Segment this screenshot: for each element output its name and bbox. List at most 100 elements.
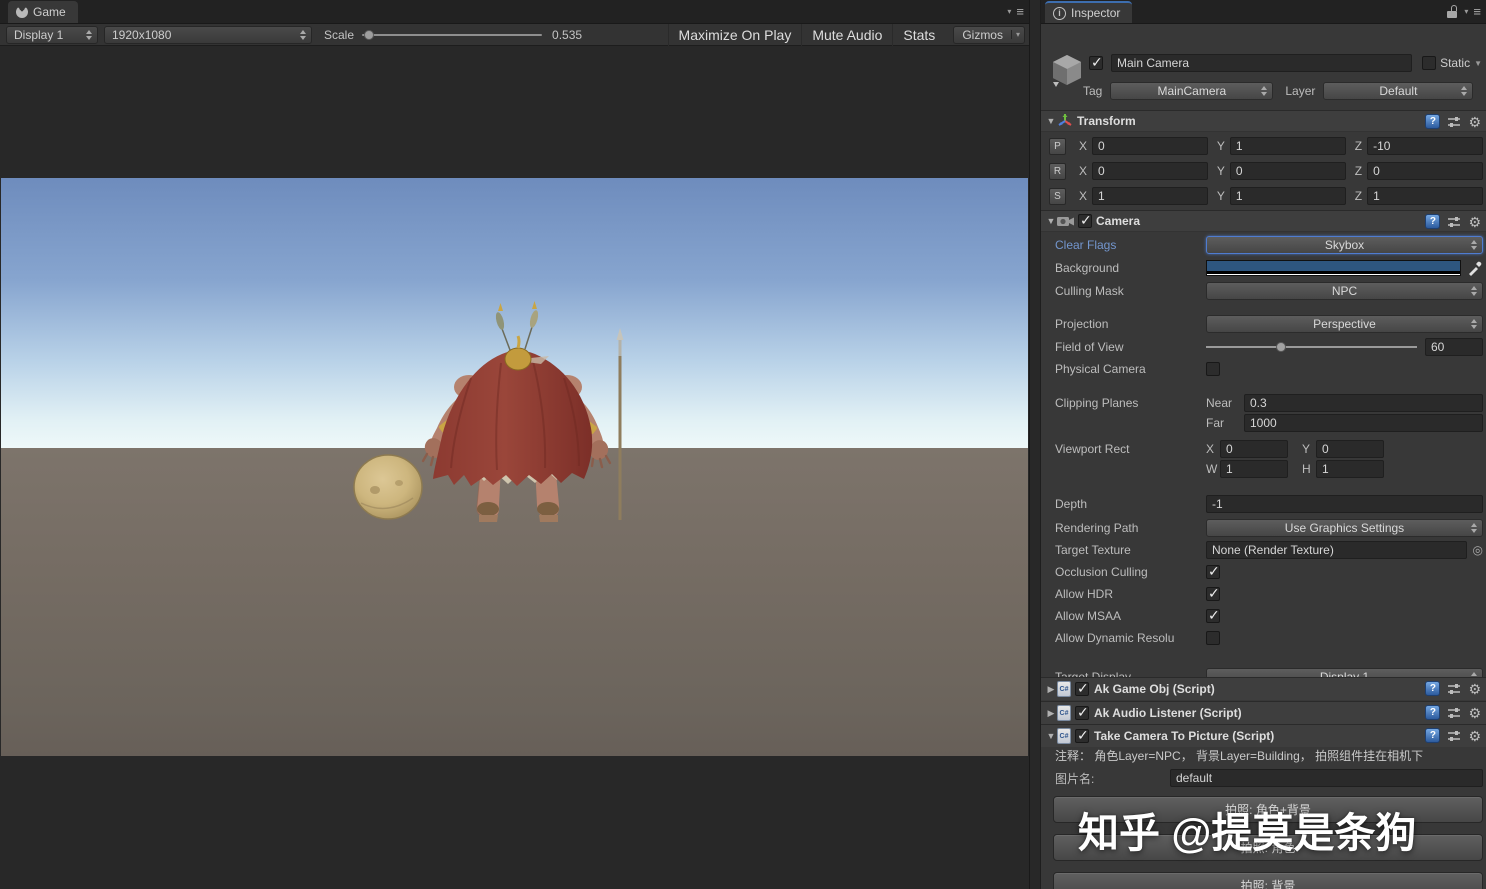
help-icon[interactable]: ? [1425, 114, 1440, 129]
depth-field[interactable]: -1 [1206, 495, 1483, 513]
spear [617, 328, 624, 520]
gear-icon[interactable]: ⚙ [1468, 706, 1481, 720]
vp-w-field[interactable]: 1 [1220, 460, 1288, 478]
gameobject-cube-icon[interactable] [1049, 52, 1085, 90]
gizmos-dropdown-icon[interactable]: ▾ [1011, 30, 1024, 39]
camera-header[interactable]: ▼ Camera ? ⚙ [1041, 210, 1486, 232]
fov-field[interactable]: 60 [1425, 338, 1483, 356]
preset-icon[interactable] [1447, 682, 1461, 696]
game-viewport[interactable] [1, 178, 1028, 756]
near-field[interactable]: 0.3 [1244, 394, 1483, 412]
help-icon[interactable]: ? [1425, 705, 1440, 720]
updown-arrows-icon [86, 30, 93, 40]
rendering-path-dropdown[interactable]: Use Graphics Settings [1206, 519, 1483, 537]
preset-icon[interactable] [1447, 706, 1461, 720]
far-field[interactable]: 1000 [1244, 414, 1483, 432]
object-picker-icon[interactable]: ◎ [1473, 543, 1483, 557]
gear-icon[interactable]: ⚙ [1468, 682, 1481, 696]
display-dropdown[interactable]: Display 1 [6, 26, 98, 44]
scale-z-field[interactable]: 1 [1367, 187, 1483, 205]
ak-audio-listener-component[interactable]: ▶ C# Ak Audio Listener (Script) ? ⚙ [1041, 701, 1486, 724]
maximize-on-play-button[interactable]: Maximize On Play [668, 24, 802, 46]
script-enabled-checkbox[interactable] [1075, 706, 1089, 720]
take-camera-to-picture-component[interactable]: ▼ C# Take Camera To Picture (Script) ? ⚙ [1041, 724, 1486, 747]
vp-h-field[interactable]: 1 [1316, 460, 1384, 478]
projection-dropdown[interactable]: Perspective [1206, 315, 1483, 333]
vp-y-field[interactable]: 0 [1316, 440, 1384, 458]
panel-menu-icon[interactable]: ≡ [1016, 4, 1023, 19]
transform-icon [1057, 113, 1073, 129]
camera-enabled-checkbox[interactable] [1078, 214, 1092, 228]
gameobject-enabled-checkbox[interactable] [1089, 56, 1103, 70]
stats-button[interactable]: Stats [892, 24, 945, 46]
static-checkbox[interactable] [1422, 56, 1436, 70]
clear-flags-dropdown[interactable]: Skybox [1206, 236, 1483, 254]
gameobject-name: Main Camera [1117, 56, 1189, 70]
tab-game[interactable]: Game [8, 1, 78, 23]
script-enabled-checkbox[interactable] [1075, 682, 1089, 696]
allow-dynamic-resolution-checkbox[interactable] [1206, 631, 1220, 645]
script-enabled-checkbox[interactable] [1075, 729, 1089, 743]
help-icon[interactable]: ? [1425, 681, 1440, 696]
position-x-field[interactable]: 0 [1092, 137, 1208, 155]
foldout-closed-icon[interactable]: ▶ [1045, 684, 1057, 695]
scale-y-field[interactable]: 1 [1230, 187, 1346, 205]
rotation-y-field[interactable]: 0 [1230, 162, 1346, 180]
photo-bg-button[interactable]: 拍照: 背景 [1053, 872, 1483, 889]
scale-slider-track [362, 34, 542, 36]
layer-dropdown[interactable]: Default [1323, 82, 1473, 100]
foldout-open-icon[interactable]: ▼ [1045, 216, 1057, 226]
help-icon[interactable]: ? [1425, 728, 1440, 743]
scale-x-field[interactable]: 1 [1092, 187, 1208, 205]
position-y-field[interactable]: 1 [1230, 137, 1346, 155]
fov-slider[interactable] [1206, 341, 1417, 353]
vp-x-field[interactable]: 0 [1220, 440, 1288, 458]
rotation-x-field[interactable]: 0 [1092, 162, 1208, 180]
panel-dropdown-icon[interactable]: ▾ [1464, 7, 1468, 16]
position-button[interactable]: P [1049, 138, 1066, 155]
physical-camera-checkbox[interactable] [1206, 362, 1220, 376]
gizmos-button[interactable]: Gizmos ▾ [953, 26, 1025, 44]
position-z-field[interactable]: -10 [1367, 137, 1483, 155]
axis-x-label: X [1079, 139, 1087, 153]
allow-hdr-checkbox[interactable] [1206, 587, 1220, 601]
static-dropdown-icon[interactable]: ▼ [1474, 59, 1482, 68]
scale-button[interactable]: S [1049, 188, 1066, 205]
background-color-swatch[interactable] [1206, 260, 1461, 276]
occlusion-culling-checkbox[interactable] [1206, 565, 1220, 579]
scale-slider-knob[interactable] [364, 30, 374, 40]
foldout-closed-icon[interactable]: ▶ [1045, 708, 1057, 719]
resolution-dropdown[interactable]: 1920x1080 [104, 26, 312, 44]
tab-inspector[interactable]: i Inspector [1045, 1, 1132, 23]
transform-header[interactable]: ▼ Transform ? ⚙ [1041, 110, 1486, 132]
mute-audio-button[interactable]: Mute Audio [801, 24, 892, 46]
panel-dropdown-icon[interactable]: ▾ [1007, 7, 1011, 16]
gear-icon[interactable]: ⚙ [1468, 729, 1481, 743]
axis-z-label: Z [1355, 164, 1362, 178]
foldout-open-icon[interactable]: ▼ [1045, 116, 1057, 126]
scale-slider[interactable] [362, 29, 542, 41]
image-name-field[interactable]: default [1170, 769, 1483, 787]
preset-icon[interactable] [1447, 729, 1461, 743]
foldout-open-icon[interactable]: ▼ [1045, 731, 1057, 741]
allow-msaa-checkbox[interactable] [1206, 609, 1220, 623]
rotation-button[interactable]: R [1049, 163, 1066, 180]
preset-icon[interactable] [1447, 115, 1461, 129]
camera-title: Camera [1096, 214, 1140, 228]
near-label: Near [1206, 396, 1244, 410]
far-label: Far [1206, 416, 1244, 430]
lock-icon[interactable] [1447, 5, 1459, 18]
panel-menu-icon[interactable]: ≡ [1473, 4, 1480, 19]
ak-game-obj-component[interactable]: ▶ C# Ak Game Obj (Script) ? ⚙ [1041, 677, 1486, 700]
fov-slider-knob[interactable] [1276, 342, 1286, 352]
target-texture-field[interactable]: None (Render Texture) [1206, 541, 1467, 559]
culling-mask-dropdown[interactable]: NPC [1206, 282, 1483, 300]
help-icon[interactable]: ? [1425, 214, 1440, 229]
eyedropper-icon[interactable] [1467, 260, 1483, 276]
gear-icon[interactable]: ⚙ [1468, 115, 1481, 129]
preset-icon[interactable] [1447, 215, 1461, 229]
rotation-z-field[interactable]: 0 [1367, 162, 1483, 180]
gameobject-name-field[interactable]: Main Camera [1111, 54, 1412, 72]
tag-dropdown[interactable]: MainCamera [1110, 82, 1273, 100]
gear-icon[interactable]: ⚙ [1468, 215, 1481, 229]
